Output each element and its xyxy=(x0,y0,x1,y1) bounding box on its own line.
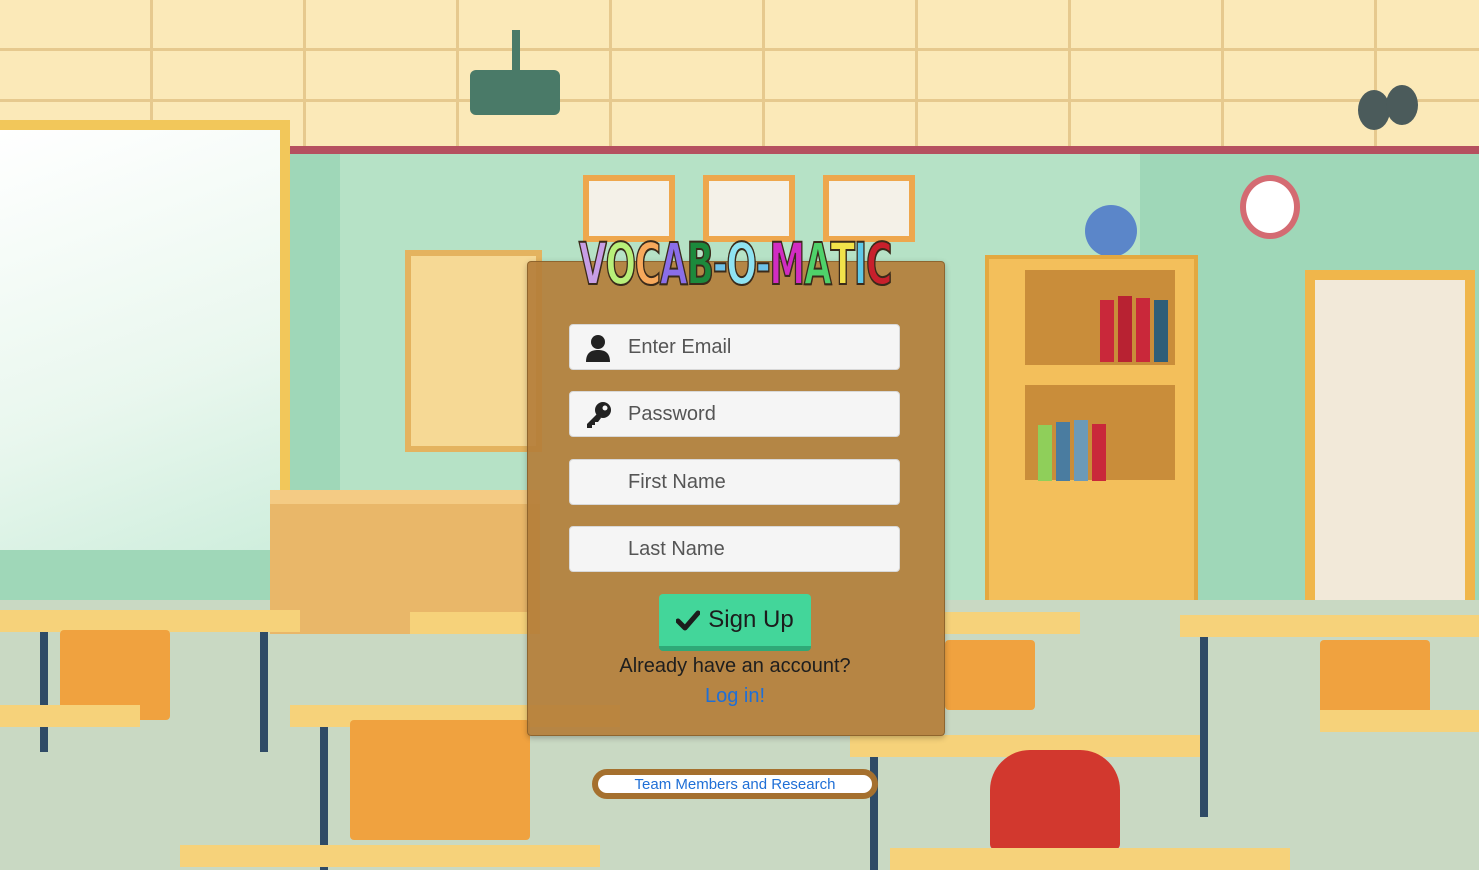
user-icon xyxy=(586,335,610,362)
app-logo: VOCAB-O-MATIC xyxy=(578,230,893,298)
book xyxy=(1074,420,1088,481)
student-desk xyxy=(180,845,600,867)
desk-leg xyxy=(1200,637,1208,817)
key-icon xyxy=(587,402,611,428)
email-input[interactable] xyxy=(628,325,888,369)
logo-letter: C xyxy=(865,230,893,298)
book xyxy=(1100,300,1114,362)
projector xyxy=(470,70,560,115)
globe xyxy=(1085,205,1137,257)
student-desk xyxy=(0,705,140,727)
student-desk xyxy=(1320,710,1479,732)
student-desk xyxy=(0,610,300,632)
logo-letter: - xyxy=(755,230,771,298)
wall-clock xyxy=(1240,175,1300,239)
email-field[interactable] xyxy=(569,324,900,370)
logo-letter: T xyxy=(830,230,856,298)
desk-leg xyxy=(40,632,48,752)
projector-arm xyxy=(512,30,520,75)
last-name-input[interactable] xyxy=(628,527,888,571)
last-name-field[interactable] xyxy=(569,526,900,572)
chair xyxy=(945,640,1035,710)
logo-letter: M xyxy=(769,230,806,298)
logo-letter: O xyxy=(726,230,758,298)
signup-button-label: Sign Up xyxy=(708,606,794,633)
speaker xyxy=(1358,90,1390,130)
password-input[interactable] xyxy=(628,392,888,436)
book xyxy=(1154,300,1168,362)
logo-letter: A xyxy=(659,230,688,298)
logo-letter: C xyxy=(634,230,662,298)
already-have-account-text: Already have an account? xyxy=(619,655,851,677)
student-desk xyxy=(940,612,1080,634)
logo-letter: V xyxy=(578,230,607,298)
desk-leg xyxy=(260,632,268,752)
book xyxy=(1136,298,1150,362)
first-name-input[interactable] xyxy=(628,460,888,504)
check-icon xyxy=(676,610,701,631)
logo-letter: A xyxy=(803,230,832,298)
bulletin-board xyxy=(405,250,542,452)
speaker xyxy=(1386,85,1418,125)
book xyxy=(1038,425,1052,481)
logo-letter: O xyxy=(605,230,637,298)
logo-letter: B xyxy=(686,230,715,298)
backpack xyxy=(990,750,1120,850)
signup-button[interactable]: Sign Up xyxy=(659,594,811,651)
student-desk xyxy=(1180,615,1479,637)
team-members-link[interactable]: Team Members and Research xyxy=(592,769,878,799)
door xyxy=(1305,270,1475,650)
login-link[interactable]: Log in! xyxy=(527,685,943,708)
first-name-field[interactable] xyxy=(569,459,900,505)
book xyxy=(1056,422,1070,481)
logo-letter: I xyxy=(853,230,868,298)
book xyxy=(1092,424,1106,481)
window xyxy=(0,120,290,550)
chair xyxy=(350,720,530,840)
book xyxy=(1118,296,1132,362)
student-desk xyxy=(890,848,1290,870)
password-field[interactable] xyxy=(569,391,900,437)
student-desk xyxy=(410,612,530,634)
logo-letter: - xyxy=(712,230,728,298)
